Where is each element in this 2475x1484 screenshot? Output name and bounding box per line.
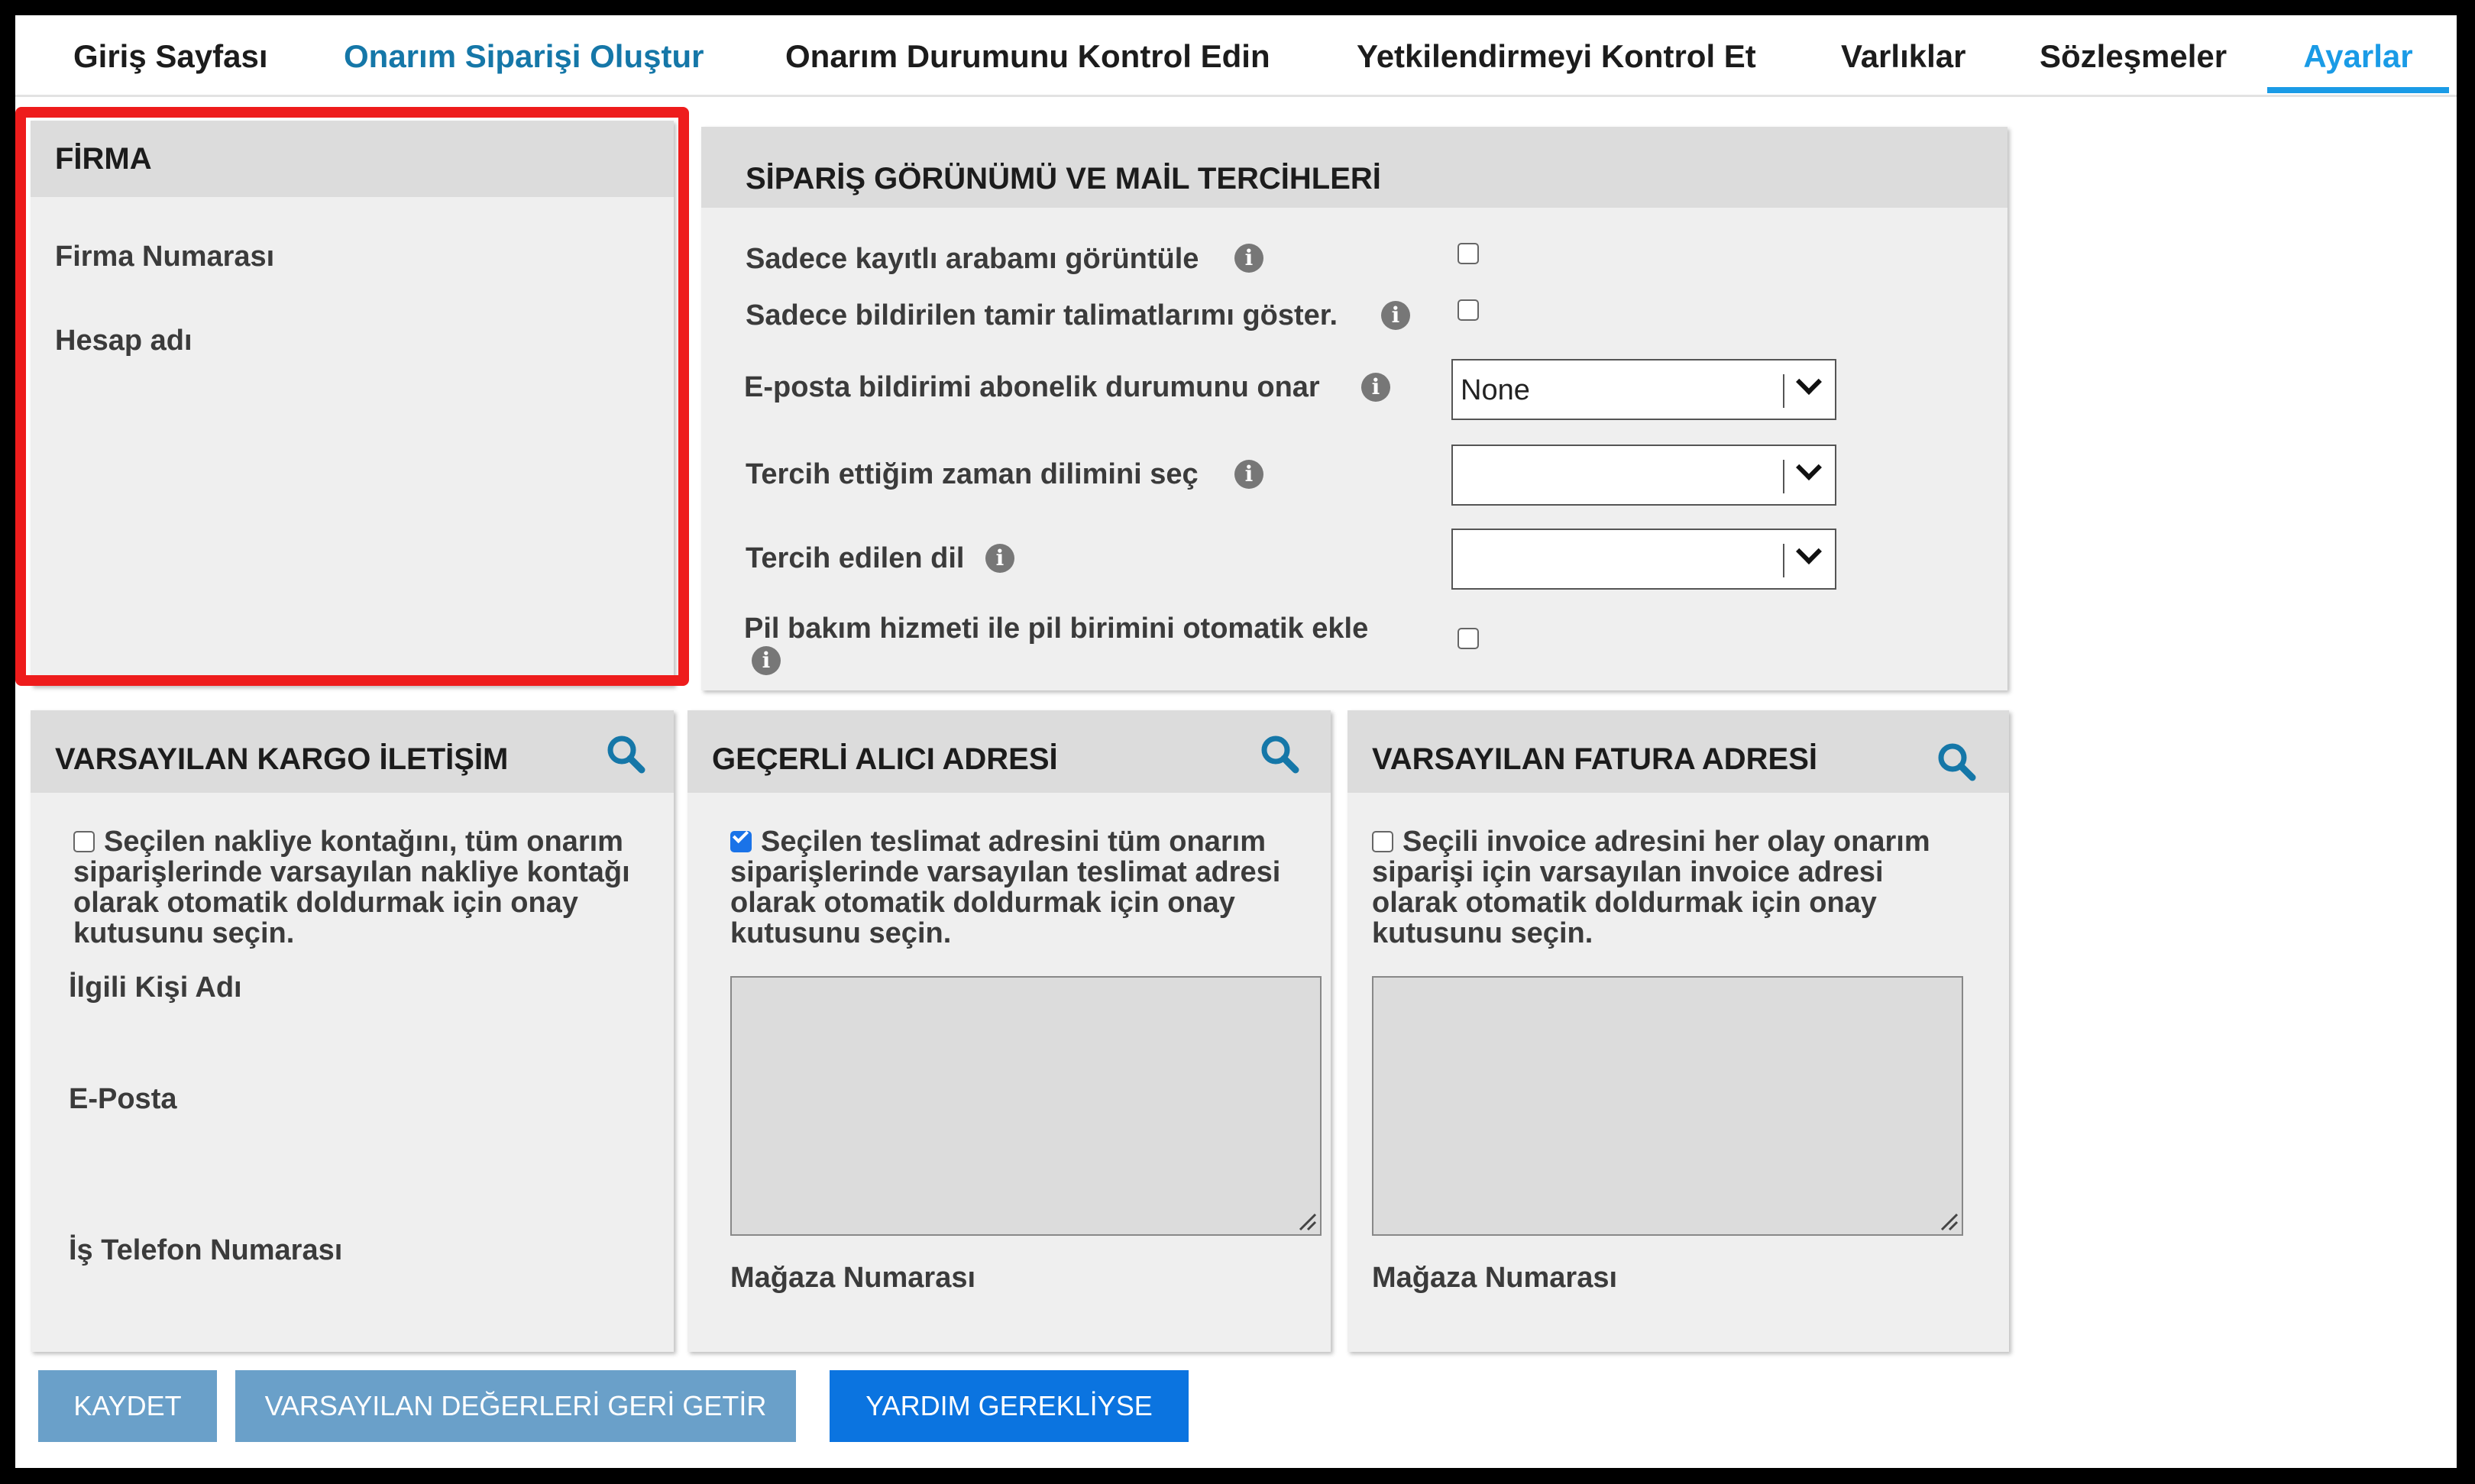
- order-preferences-title: SİPARİŞ GÖRÜNÜMÜ VE MAİL TERCİHLERİ: [746, 162, 1381, 196]
- invoice-address-panel: VARSAYILAN FATURA ADRESİ Seçili invoice …: [1348, 710, 2009, 1352]
- cargo-default-checkbox[interactable]: [73, 831, 95, 852]
- invoice-address-title: VARSAYILAN FATURA ADRESİ: [1372, 742, 1818, 776]
- info-icon[interactable]: i: [1234, 460, 1263, 489]
- receiver-default-checkbox[interactable]: [730, 831, 752, 852]
- tab-assets[interactable]: Varlıklar: [1841, 34, 1965, 87]
- store-number-label: Mağaza Numarası: [1372, 1262, 1618, 1294]
- invoice-address-header: VARSAYILAN FATURA ADRESİ: [1348, 710, 2009, 793]
- tab-check-authorization[interactable]: Yetkilendirmeyi Kontrol Et: [1357, 34, 1756, 87]
- language-label: Tercih edilen dil: [746, 542, 965, 574]
- resize-grip-icon[interactable]: [1297, 1211, 1317, 1231]
- invoice-description-text: Seçili invoice adresini her olay onarım …: [1372, 826, 1930, 949]
- chevron-down-icon: [1796, 454, 1822, 480]
- order-preferences-panel: SİPARİŞ GÖRÜNÜMÜ VE MAİL TERCİHLERİ Sade…: [701, 127, 2007, 690]
- battery-service-label: Pil bakım hizmeti ile pil birimini otoma…: [744, 613, 1369, 645]
- store-number-label: Mağaza Numarası: [730, 1262, 976, 1294]
- contact-name-label: İlgili Kişi Adı: [69, 972, 242, 1004]
- info-icon[interactable]: i: [1381, 301, 1410, 330]
- email-subscription-value: None: [1461, 374, 1530, 406]
- save-button[interactable]: KAYDET: [38, 1370, 217, 1442]
- show-reported-repairs-label: Sadece bildirilen tamir talimatlarımı gö…: [746, 299, 1338, 331]
- info-icon[interactable]: i: [1361, 373, 1390, 402]
- work-phone-label: İş Telefon Numarası: [69, 1234, 343, 1266]
- settings-page: Giriş Sayfası Onarım Siparişi Oluştur On…: [15, 15, 2457, 1468]
- cargo-contact-header: VARSAYILAN KARGO İLETİŞİM: [31, 710, 674, 793]
- highlight-box: [15, 107, 689, 686]
- show-registered-car-label: Sadece kayıtlı arabamı görüntüle: [746, 243, 1199, 275]
- receiver-address-title: GEÇERLİ ALICI ADRESİ: [712, 742, 1058, 776]
- help-button[interactable]: YARDIM GEREKLİYSE: [830, 1370, 1189, 1442]
- info-icon[interactable]: i: [985, 544, 1014, 573]
- select-divider: [1783, 460, 1784, 493]
- tab-home[interactable]: Giriş Sayfası: [73, 34, 267, 87]
- battery-service-checkbox[interactable]: [1458, 628, 1479, 649]
- chevron-down-icon: [1796, 369, 1822, 395]
- invoice-address-textarea[interactable]: [1372, 976, 1963, 1236]
- chevron-down-icon: [1796, 538, 1822, 564]
- timezone-select[interactable]: [1451, 445, 1836, 506]
- tab-settings[interactable]: Ayarlar: [2267, 34, 2449, 93]
- receiver-address-textarea[interactable]: [730, 976, 1322, 1236]
- search-icon[interactable]: [1936, 741, 1978, 784]
- receiver-address-panel: GEÇERLİ ALICI ADRESİ Seçilen teslimat ad…: [688, 710, 1331, 1352]
- email-subscription-label: E-posta bildirimi abonelik durumunu onar: [744, 371, 1320, 403]
- receiver-description-text: Seçilen teslimat adresini tüm onarım sip…: [730, 826, 1281, 949]
- invoice-default-checkbox[interactable]: [1372, 831, 1393, 852]
- search-icon[interactable]: [605, 733, 648, 776]
- restore-defaults-button[interactable]: VARSAYILAN DEĞERLERİ GERİ GETİR: [235, 1370, 796, 1442]
- info-icon[interactable]: i: [1234, 244, 1263, 273]
- invoice-address-description: Seçili invoice adresini her olay onarım …: [1372, 826, 1968, 949]
- cargo-contact-description: Seçilen nakliye kontağını, tüm onarım si…: [73, 826, 654, 949]
- select-divider: [1783, 374, 1784, 408]
- receiver-address-description: Seçilen teslimat adresini tüm onarım sip…: [730, 826, 1311, 949]
- order-preferences-header: SİPARİŞ GÖRÜNÜMÜ VE MAİL TERCİHLERİ: [701, 127, 2007, 208]
- select-divider: [1783, 544, 1784, 577]
- cargo-description-text: Seçilen nakliye kontağını, tüm onarım si…: [73, 826, 630, 949]
- language-select[interactable]: [1451, 529, 1836, 590]
- cargo-contact-title: VARSAYILAN KARGO İLETİŞİM: [55, 742, 509, 776]
- tab-contracts[interactable]: Sözleşmeler: [2040, 34, 2227, 87]
- timezone-label: Tercih ettiğim zaman dilimini seç: [746, 458, 1199, 490]
- show-reported-repairs-checkbox[interactable]: [1458, 299, 1479, 321]
- email-subscription-select[interactable]: None: [1451, 359, 1836, 420]
- show-registered-car-checkbox[interactable]: [1458, 243, 1479, 264]
- resize-grip-icon[interactable]: [1939, 1211, 1959, 1231]
- email-label: E-Posta: [69, 1083, 177, 1115]
- cargo-contact-panel: VARSAYILAN KARGO İLETİŞİM Seçilen nakliy…: [31, 710, 674, 1352]
- top-nav: Giriş Sayfası Onarım Siparişi Oluştur On…: [15, 15, 2457, 97]
- search-icon[interactable]: [1259, 733, 1302, 776]
- tab-create-repair-order[interactable]: Onarım Siparişi Oluştur: [344, 34, 704, 87]
- receiver-address-header: GEÇERLİ ALICI ADRESİ: [688, 710, 1331, 793]
- tab-repair-status[interactable]: Onarım Durumunu Kontrol Edin: [785, 34, 1270, 87]
- info-icon[interactable]: i: [752, 646, 781, 675]
